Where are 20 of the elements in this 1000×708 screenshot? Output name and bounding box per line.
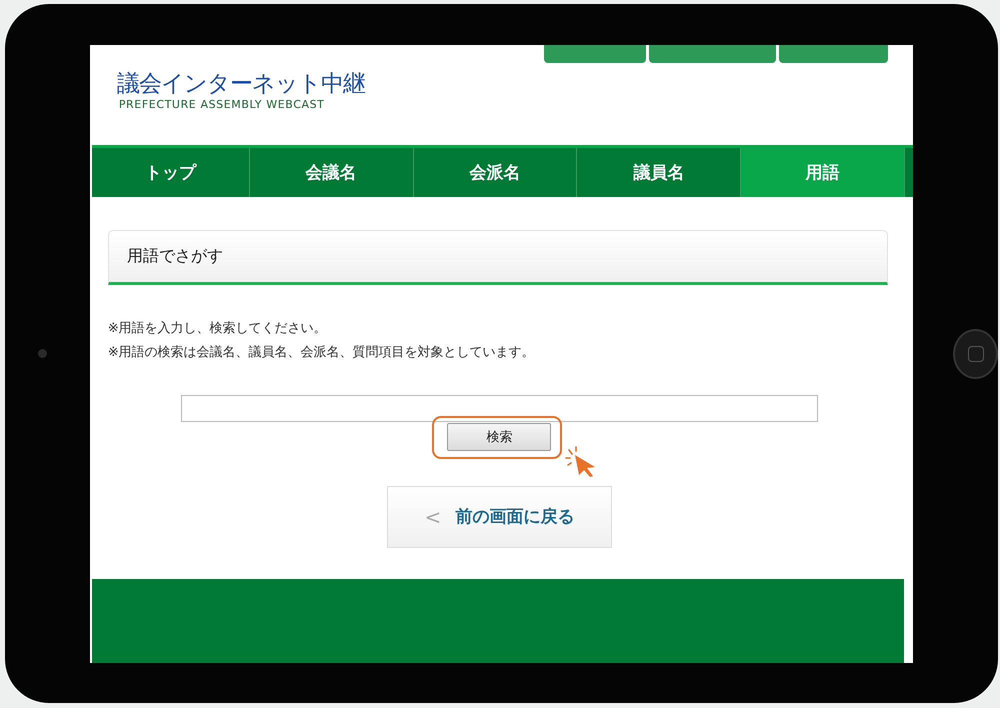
home-button[interactable] <box>953 328 998 378</box>
site-subtitle: PREFECTURE ASSEMBLY WEBCAST <box>118 98 326 110</box>
instruction-text: ※用語を入力し、検索してください。 <box>108 320 328 338</box>
nav-tab[interactable]: 議員名 <box>577 148 742 196</box>
nav-bar-end <box>905 148 913 196</box>
nav-tab[interactable]: 用語 <box>741 148 906 196</box>
back-button[interactable]: < 前の画面に戻る <box>386 486 612 548</box>
section-heading: 用語でさがす <box>126 246 223 266</box>
header-tab[interactable] <box>779 44 888 62</box>
site-title[interactable]: 議会インターネット中継 <box>116 70 365 98</box>
nav-tab[interactable]: トップ <box>92 148 250 196</box>
nav-tab[interactable]: 会議名 <box>250 148 414 196</box>
nav-tab[interactable]: 会派名 <box>414 148 578 196</box>
chevron-left-icon: < <box>424 504 442 528</box>
header-tab[interactable] <box>544 44 646 62</box>
instruction-text: ※用語の検索は会議名、議員名、会派名、質問項目を対象としています。 <box>108 344 536 362</box>
search-button[interactable]: 検索 <box>447 422 552 450</box>
header-tab[interactable] <box>649 44 776 62</box>
search-field[interactable] <box>180 394 818 422</box>
camera-icon <box>38 349 47 358</box>
